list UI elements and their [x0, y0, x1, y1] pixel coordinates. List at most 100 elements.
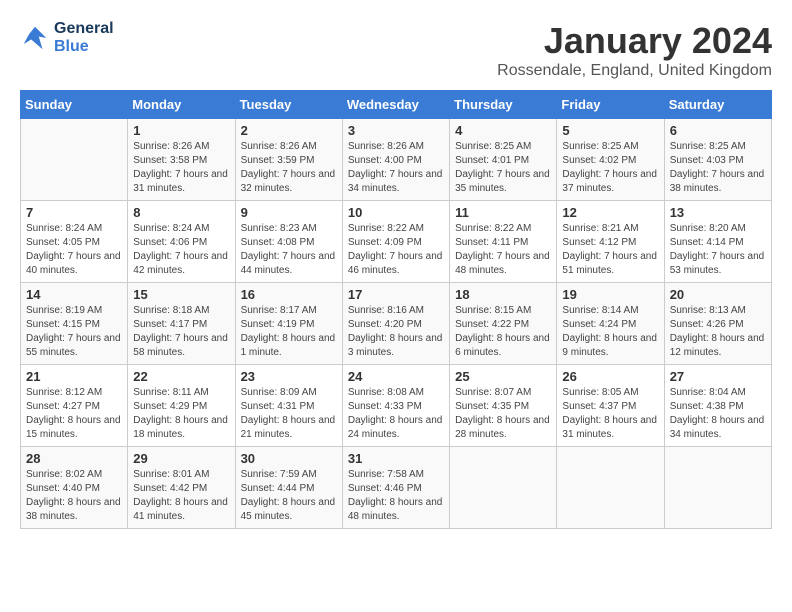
sunset-text: Sunset: 3:58 PM — [133, 154, 229, 168]
calendar-cell-w1-d4: 3 Sunrise: 8:26 AM Sunset: 4:00 PM Dayli… — [342, 119, 449, 201]
daylight-text: Daylight: 7 hours and 58 minutes. — [133, 332, 229, 360]
day-info: Sunrise: 8:21 AM Sunset: 4:12 PM Dayligh… — [562, 222, 658, 278]
daylight-text: Daylight: 8 hours and 1 minute. — [241, 332, 337, 360]
sunset-text: Sunset: 4:03 PM — [670, 154, 766, 168]
sunset-text: Sunset: 4:31 PM — [241, 400, 337, 414]
title-block: January 2024 Rossendale, England, United… — [497, 20, 772, 80]
day-info: Sunrise: 8:08 AM Sunset: 4:33 PM Dayligh… — [348, 386, 444, 442]
header-wednesday: Wednesday — [342, 91, 449, 119]
calendar-cell-w5-d2: 29 Sunrise: 8:01 AM Sunset: 4:42 PM Dayl… — [128, 447, 235, 529]
day-number: 19 — [562, 287, 658, 302]
sunset-text: Sunset: 4:29 PM — [133, 400, 229, 414]
day-number: 30 — [241, 451, 337, 466]
sunset-text: Sunset: 4:11 PM — [455, 236, 551, 250]
logo-text-line2: Blue — [54, 38, 114, 56]
day-info: Sunrise: 8:14 AM Sunset: 4:24 PM Dayligh… — [562, 304, 658, 360]
daylight-text: Daylight: 8 hours and 3 minutes. — [348, 332, 444, 360]
sunrise-text: Sunrise: 8:04 AM — [670, 386, 766, 400]
day-info: Sunrise: 8:23 AM Sunset: 4:08 PM Dayligh… — [241, 222, 337, 278]
day-number: 11 — [455, 205, 551, 220]
daylight-text: Daylight: 8 hours and 18 minutes. — [133, 414, 229, 442]
day-number: 9 — [241, 205, 337, 220]
logo-icon — [20, 23, 50, 53]
sunrise-text: Sunrise: 8:11 AM — [133, 386, 229, 400]
sunrise-text: Sunrise: 8:25 AM — [670, 140, 766, 154]
day-info: Sunrise: 8:26 AM Sunset: 4:00 PM Dayligh… — [348, 140, 444, 196]
sunrise-text: Sunrise: 7:58 AM — [348, 468, 444, 482]
calendar-cell-w3-d5: 18 Sunrise: 8:15 AM Sunset: 4:22 PM Dayl… — [450, 283, 557, 365]
header-monday: Monday — [128, 91, 235, 119]
sunrise-text: Sunrise: 8:16 AM — [348, 304, 444, 318]
daylight-text: Daylight: 7 hours and 40 minutes. — [26, 250, 122, 278]
day-info: Sunrise: 8:17 AM Sunset: 4:19 PM Dayligh… — [241, 304, 337, 360]
day-number: 15 — [133, 287, 229, 302]
day-number: 16 — [241, 287, 337, 302]
sunset-text: Sunset: 4:14 PM — [670, 236, 766, 250]
sunrise-text: Sunrise: 8:17 AM — [241, 304, 337, 318]
calendar-cell-w1-d1 — [21, 119, 128, 201]
sunrise-text: Sunrise: 8:22 AM — [348, 222, 444, 236]
daylight-text: Daylight: 7 hours and 31 minutes. — [133, 168, 229, 196]
sunset-text: Sunset: 4:22 PM — [455, 318, 551, 332]
sunset-text: Sunset: 4:38 PM — [670, 400, 766, 414]
day-info: Sunrise: 8:26 AM Sunset: 3:58 PM Dayligh… — [133, 140, 229, 196]
calendar-cell-w5-d5 — [450, 447, 557, 529]
sunrise-text: Sunrise: 8:26 AM — [241, 140, 337, 154]
calendar-header-row: Sunday Monday Tuesday Wednesday Thursday… — [21, 91, 772, 119]
day-info: Sunrise: 8:15 AM Sunset: 4:22 PM Dayligh… — [455, 304, 551, 360]
sunset-text: Sunset: 4:37 PM — [562, 400, 658, 414]
daylight-text: Daylight: 8 hours and 38 minutes. — [26, 496, 122, 524]
day-number: 29 — [133, 451, 229, 466]
sunrise-text: Sunrise: 8:25 AM — [455, 140, 551, 154]
day-info: Sunrise: 8:24 AM Sunset: 4:05 PM Dayligh… — [26, 222, 122, 278]
daylight-text: Daylight: 8 hours and 24 minutes. — [348, 414, 444, 442]
calendar-cell-w4-d7: 27 Sunrise: 8:04 AM Sunset: 4:38 PM Dayl… — [664, 365, 771, 447]
daylight-text: Daylight: 8 hours and 9 minutes. — [562, 332, 658, 360]
day-number: 8 — [133, 205, 229, 220]
sunset-text: Sunset: 3:59 PM — [241, 154, 337, 168]
sunset-text: Sunset: 4:44 PM — [241, 482, 337, 496]
day-info: Sunrise: 8:13 AM Sunset: 4:26 PM Dayligh… — [670, 304, 766, 360]
daylight-text: Daylight: 7 hours and 32 minutes. — [241, 168, 337, 196]
sunrise-text: Sunrise: 8:19 AM — [26, 304, 122, 318]
sunset-text: Sunset: 4:19 PM — [241, 318, 337, 332]
day-number: 28 — [26, 451, 122, 466]
day-number: 7 — [26, 205, 122, 220]
day-number: 26 — [562, 369, 658, 384]
sunrise-text: Sunrise: 8:18 AM — [133, 304, 229, 318]
day-info: Sunrise: 8:07 AM Sunset: 4:35 PM Dayligh… — [455, 386, 551, 442]
sunset-text: Sunset: 4:09 PM — [348, 236, 444, 250]
sunrise-text: Sunrise: 7:59 AM — [241, 468, 337, 482]
day-number: 17 — [348, 287, 444, 302]
calendar-cell-w1-d6: 5 Sunrise: 8:25 AM Sunset: 4:02 PM Dayli… — [557, 119, 664, 201]
calendar-cell-w5-d4: 31 Sunrise: 7:58 AM Sunset: 4:46 PM Dayl… — [342, 447, 449, 529]
sunset-text: Sunset: 4:05 PM — [26, 236, 122, 250]
location-text: Rossendale, England, United Kingdom — [497, 62, 772, 80]
sunrise-text: Sunrise: 8:20 AM — [670, 222, 766, 236]
page-header: General Blue January 2024 Rossendale, En… — [20, 20, 772, 80]
daylight-text: Daylight: 7 hours and 46 minutes. — [348, 250, 444, 278]
sunrise-text: Sunrise: 8:02 AM — [26, 468, 122, 482]
sunset-text: Sunset: 4:40 PM — [26, 482, 122, 496]
daylight-text: Daylight: 8 hours and 21 minutes. — [241, 414, 337, 442]
week-row-5: 28 Sunrise: 8:02 AM Sunset: 4:40 PM Dayl… — [21, 447, 772, 529]
calendar-cell-w4-d1: 21 Sunrise: 8:12 AM Sunset: 4:27 PM Dayl… — [21, 365, 128, 447]
day-info: Sunrise: 8:26 AM Sunset: 3:59 PM Dayligh… — [241, 140, 337, 196]
sunrise-text: Sunrise: 8:22 AM — [455, 222, 551, 236]
sunset-text: Sunset: 4:17 PM — [133, 318, 229, 332]
day-number: 6 — [670, 123, 766, 138]
calendar-cell-w1-d7: 6 Sunrise: 8:25 AM Sunset: 4:03 PM Dayli… — [664, 119, 771, 201]
daylight-text: Daylight: 7 hours and 38 minutes. — [670, 168, 766, 196]
day-number: 23 — [241, 369, 337, 384]
day-info: Sunrise: 8:19 AM Sunset: 4:15 PM Dayligh… — [26, 304, 122, 360]
sunrise-text: Sunrise: 8:05 AM — [562, 386, 658, 400]
day-number: 5 — [562, 123, 658, 138]
daylight-text: Daylight: 8 hours and 31 minutes. — [562, 414, 658, 442]
sunrise-text: Sunrise: 8:26 AM — [133, 140, 229, 154]
day-info: Sunrise: 8:05 AM Sunset: 4:37 PM Dayligh… — [562, 386, 658, 442]
day-info: Sunrise: 8:22 AM Sunset: 4:11 PM Dayligh… — [455, 222, 551, 278]
daylight-text: Daylight: 8 hours and 28 minutes. — [455, 414, 551, 442]
week-row-1: 1 Sunrise: 8:26 AM Sunset: 3:58 PM Dayli… — [21, 119, 772, 201]
sunset-text: Sunset: 4:24 PM — [562, 318, 658, 332]
sunrise-text: Sunrise: 8:07 AM — [455, 386, 551, 400]
